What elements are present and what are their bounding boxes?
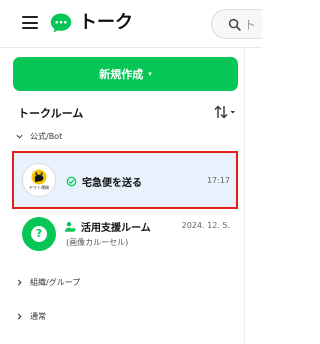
page-title: トーク — [79, 12, 133, 33]
panel-divider — [244, 48, 245, 344]
menu-icon[interactable] — [22, 16, 38, 29]
chat-name-row: 活用支援ルーム — [64, 219, 151, 234]
avatar: ヤマト運輸 — [22, 163, 56, 197]
search-placeholder: ト — [244, 18, 257, 32]
top-bar: トーク ト — [0, 0, 262, 48]
user-support-icon — [65, 221, 76, 232]
chat-preview: (画像カルーセル) — [66, 238, 129, 247]
chat-name: 活用支援ルーム — [81, 223, 151, 234]
chat-item-takkyubin[interactable]: ヤマト運輸 宅急便を送る 17:17 — [12, 151, 238, 209]
section-normal[interactable]: 通常 — [16, 311, 46, 322]
help-question-icon: ? — [31, 226, 47, 242]
search-icon — [228, 18, 241, 31]
chat-item-support-room[interactable]: ? 活用支援ルーム 2024. 12. 5. (画像カルーセル) — [12, 210, 238, 268]
search-input[interactable]: ト — [211, 9, 262, 39]
chevron-down-icon — [16, 134, 23, 139]
chat-time: 17:17 — [206, 176, 230, 185]
section-organization-group[interactable]: 組織/グループ — [16, 277, 80, 288]
chat-logo-icon — [50, 13, 72, 33]
section-official-bot[interactable]: 公式/Bot — [16, 131, 62, 142]
chat-time: 2024. 12. 5. — [181, 221, 230, 230]
avatar: ? — [22, 217, 56, 251]
chevron-down-icon: ▾ — [148, 69, 152, 78]
section-label: 通常 — [30, 312, 46, 321]
chevron-right-icon — [17, 313, 22, 320]
talk-room-heading: トークルーム — [18, 107, 84, 120]
chat-name-row: 宅急便を送る — [66, 174, 142, 189]
sort-icon[interactable] — [213, 104, 237, 120]
new-talk-button-label: 新規作成 — [99, 68, 144, 81]
official-bot-icon — [66, 176, 77, 187]
section-label: 公式/Bot — [30, 132, 63, 141]
yamato-cat-logo-icon — [31, 169, 47, 185]
chevron-right-icon — [17, 279, 22, 286]
new-talk-button[interactable]: 新規作成 ▾ — [13, 57, 238, 91]
talk-panel: トーク ト 新規作成 ▾ トークルーム 公式/Bot ヤマト運輸 宅急便を送る … — [0, 0, 262, 344]
section-label: 組織/グループ — [30, 278, 81, 287]
avatar-brand-text: ヤマト運輸 — [29, 185, 49, 190]
chat-name: 宅急便を送る — [82, 178, 142, 189]
